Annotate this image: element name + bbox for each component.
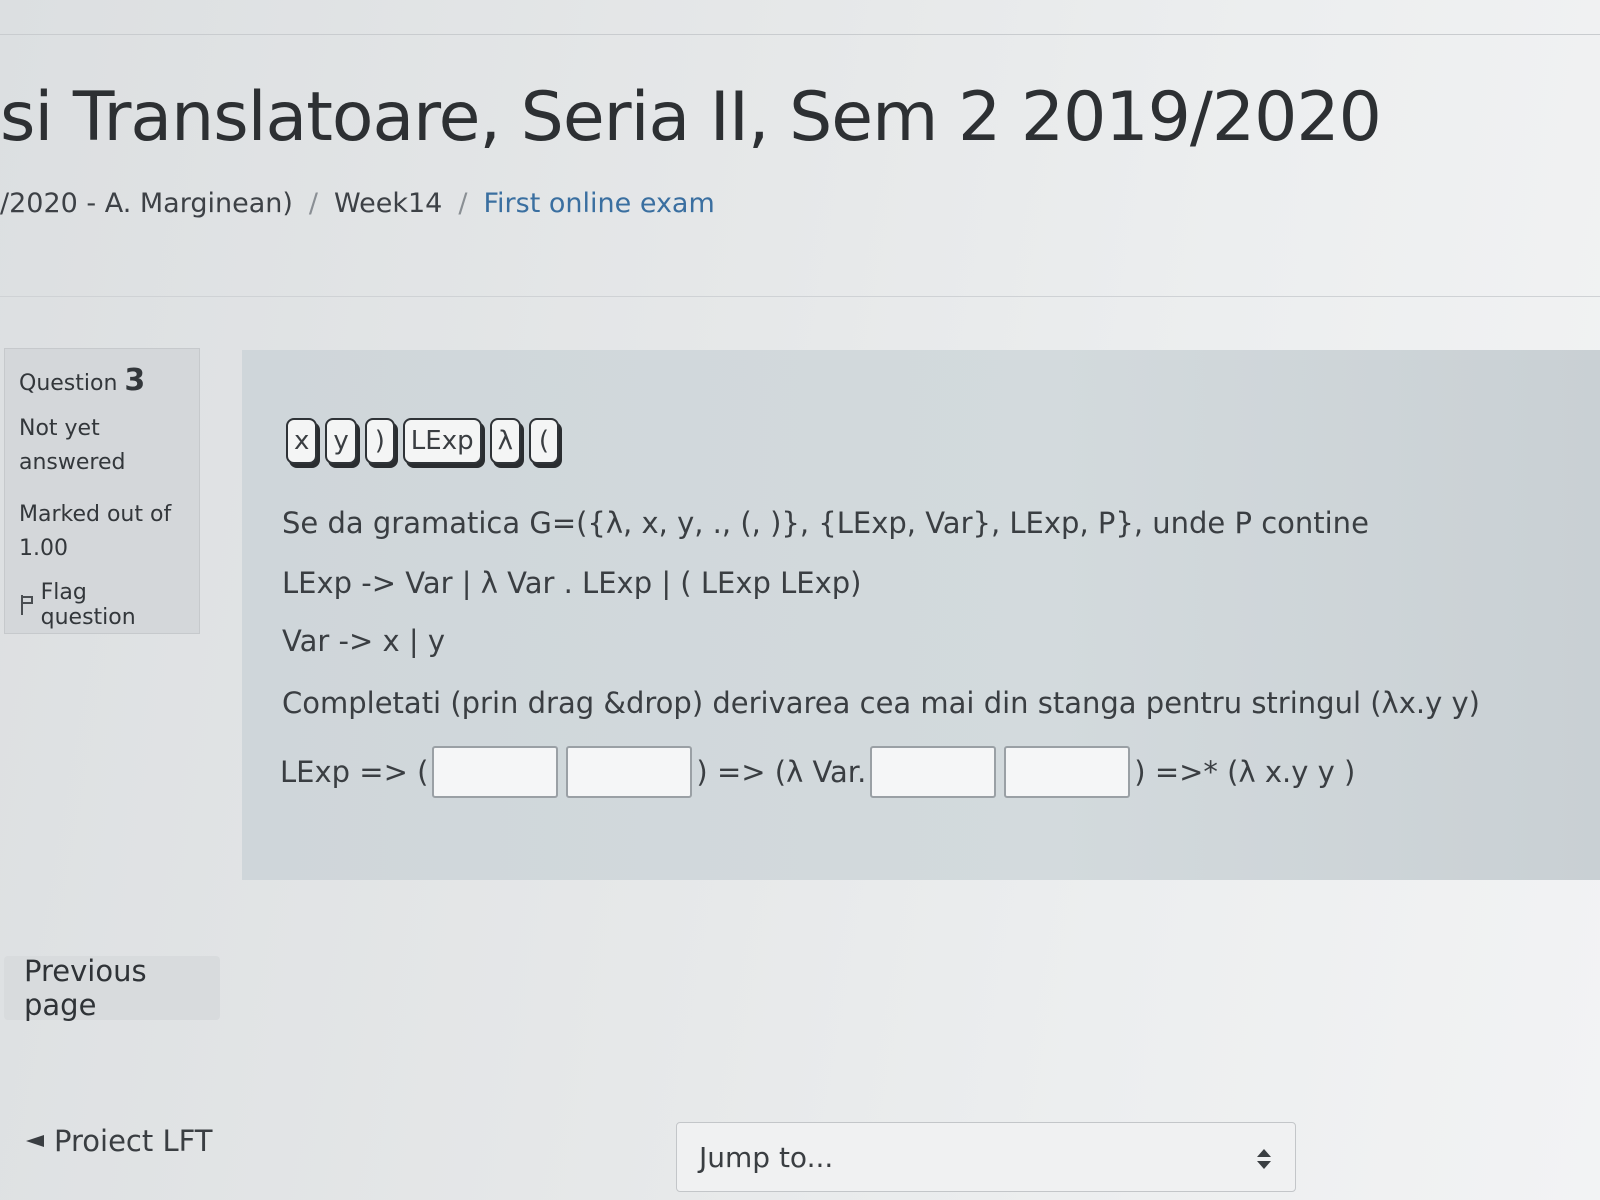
flag-question-label: Flag question bbox=[40, 580, 136, 630]
drag-item-y[interactable]: y bbox=[325, 418, 357, 464]
breadcrumb: /2020 - A. Marginean) / Week14 / First o… bbox=[0, 188, 715, 219]
question-number: Question 3 bbox=[19, 363, 185, 398]
previous-activity-label: Proiect LFT bbox=[54, 1124, 213, 1158]
drag-item-lexp[interactable]: LExp bbox=[402, 418, 482, 464]
breadcrumb-course[interactable]: /2020 - A. Marginean) bbox=[0, 188, 293, 219]
answer-text: LExp => ( bbox=[280, 755, 429, 789]
question-text-line: Completati (prin drag &drop) derivarea c… bbox=[282, 686, 1480, 720]
breadcrumb-separator: / bbox=[458, 188, 468, 219]
question-marks: Marked out of 1.00 bbox=[19, 502, 172, 561]
breadcrumb-separator: / bbox=[308, 188, 319, 219]
drop-zone[interactable] bbox=[1004, 746, 1131, 798]
drop-zone[interactable] bbox=[432, 746, 559, 798]
question-info: Question 3 Not yet answered Marked out o… bbox=[4, 348, 200, 634]
breadcrumb-week[interactable]: Week14 bbox=[334, 188, 442, 219]
jump-to-label: Jump to... bbox=[699, 1140, 834, 1174]
header-divider bbox=[0, 296, 1600, 297]
answer-text: ) =>* (λ x.y y ) bbox=[1134, 755, 1356, 789]
arrow-left-icon bbox=[26, 1135, 44, 1147]
drag-items-row: x y ) LExp λ ( bbox=[286, 418, 559, 464]
breadcrumb-current[interactable]: First online exam bbox=[483, 188, 714, 219]
drag-item-x[interactable]: x bbox=[286, 418, 318, 464]
select-arrows-icon bbox=[1257, 1149, 1271, 1169]
flag-question-button[interactable]: Flag question bbox=[19, 580, 185, 630]
previous-activity-link[interactable]: Proiect LFT bbox=[26, 1124, 212, 1158]
answer-row: LExp => ( ) => (λ Var. ) =>* (λ x.y y ) bbox=[280, 746, 1355, 798]
question-state: Not yet answered bbox=[19, 416, 126, 475]
question-label: Question bbox=[19, 371, 118, 396]
course-title: si Translatoare, Seria II, Sem 2 2019/20… bbox=[0, 78, 1382, 157]
answer-text: ) => (λ Var. bbox=[696, 755, 867, 789]
question-content: x y ) LExp λ ( Se da gramatica G=({λ, x,… bbox=[242, 350, 1600, 880]
drop-zone[interactable] bbox=[566, 746, 693, 798]
drag-item-open-paren[interactable]: ( bbox=[528, 418, 559, 464]
question-number-value: 3 bbox=[124, 363, 146, 398]
question-text-line: Var -> x | y bbox=[282, 624, 446, 658]
question-text-line: Se da gramatica G=({λ, x, y, ., (, )}, {… bbox=[282, 506, 1369, 540]
drop-zone[interactable] bbox=[870, 746, 997, 798]
drag-item-close-paren[interactable]: ) bbox=[364, 418, 395, 464]
flag-icon bbox=[19, 595, 33, 615]
drag-item-lambda[interactable]: λ bbox=[489, 418, 521, 464]
previous-page-button[interactable]: Previous page bbox=[4, 954, 220, 1022]
top-divider bbox=[0, 34, 1600, 35]
question-text-line: LExp -> Var | λ Var . LExp | ( LExp LExp… bbox=[282, 566, 862, 600]
jump-to-select[interactable]: Jump to... bbox=[676, 1122, 1296, 1192]
